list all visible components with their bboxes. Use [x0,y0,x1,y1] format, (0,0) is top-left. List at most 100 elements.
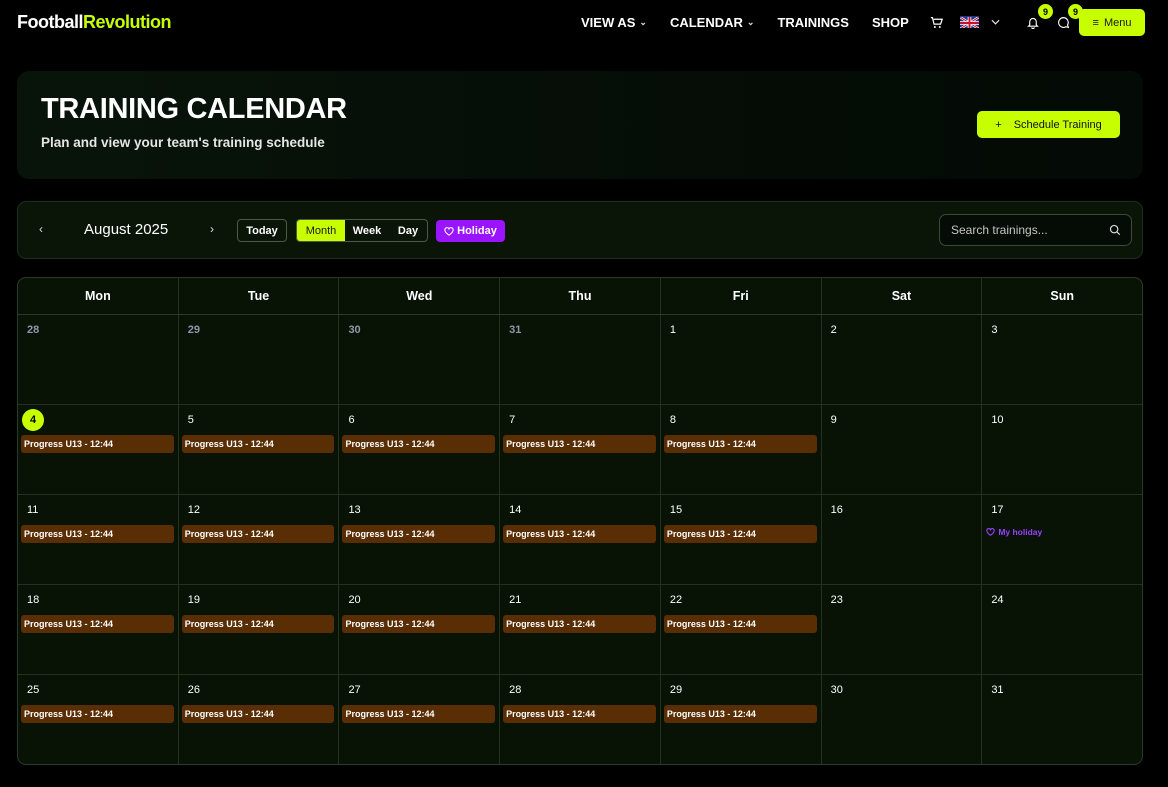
nav-trainings[interactable]: TRAININGS [777,15,849,30]
nav-icons: 9 9 [926,4,1083,32]
day-number: 23 [830,594,843,606]
chevron-down-icon: ⌄ [746,17,755,27]
calendar-day-cell[interactable]: 8 Progress U13 - 12:44 [661,405,822,494]
calendar-day-cell[interactable]: 29 [179,315,340,404]
view-week-button[interactable]: Week [345,220,389,241]
calendar-day-cell[interactable]: 12 Progress U13 - 12:44 [179,495,340,584]
logo[interactable]: FootballRevolution [17,12,172,33]
calendar-day-cell[interactable]: 23 [822,585,983,674]
calendar-day-cell[interactable]: 16 [822,495,983,584]
schedule-training-button[interactable]: + Schedule Training [977,111,1120,138]
page-subtitle: Plan and view your team's training sched… [41,135,325,150]
training-event[interactable]: Progress U13 - 12:44 [21,525,174,543]
training-event[interactable]: Progress U13 - 12:44 [342,615,496,633]
calendar-day-cell[interactable]: 22 Progress U13 - 12:44 [661,585,822,674]
calendar-day-cell[interactable]: 11 Progress U13 - 12:44 [18,495,179,584]
calendar-day-cell[interactable]: 26 Progress U13 - 12:44 [179,675,340,764]
calendar-day-cell[interactable]: 9 [822,405,983,494]
prev-month-button[interactable]: ‹ [39,222,43,236]
calendar-day-cell[interactable]: 24 [982,585,1142,674]
calendar-day-cell[interactable]: 28 Progress U13 - 12:44 [500,675,661,764]
calendar-day-cell[interactable]: 4 Progress U13 - 12:44 [18,405,179,494]
calendar-day-cell[interactable]: 21 Progress U13 - 12:44 [500,585,661,674]
bell-icon[interactable]: 9 [1023,4,1053,32]
training-event[interactable]: Progress U13 - 12:44 [181,525,335,543]
search-input[interactable] [951,223,1106,237]
day-number: 28 [509,684,522,696]
menu-button[interactable]: ≡ Menu [1079,9,1145,36]
training-event[interactable]: Progress U13 - 12:44 [342,705,496,723]
calendar-day-cell[interactable]: 31 [500,315,661,404]
training-event[interactable]: Progress U13 - 12:44 [181,615,335,633]
training-event[interactable]: Progress U13 - 12:44 [342,525,496,543]
uk-flag-icon[interactable] [960,16,979,28]
next-month-button[interactable]: › [210,222,214,236]
calendar-day-cell[interactable]: 19 Progress U13 - 12:44 [179,585,340,674]
page-title: TRAINING CALENDAR [41,93,347,125]
training-event[interactable]: Progress U13 - 12:44 [503,705,656,723]
training-event[interactable]: Progress U13 - 12:44 [503,615,656,633]
calendar-day-cell[interactable]: 7 Progress U13 - 12:44 [500,405,661,494]
calendar-day-cell[interactable]: 28 [18,315,179,404]
training-event[interactable]: Progress U13 - 12:44 [503,525,656,543]
view-day-button[interactable]: Day [389,220,427,241]
training-event[interactable]: Progress U13 - 12:44 [342,435,496,453]
training-event[interactable]: Progress U13 - 12:44 [663,705,817,723]
chevron-down-icon: ⌄ [639,17,647,27]
training-event[interactable]: Progress U13 - 12:44 [21,705,174,723]
training-event[interactable]: Progress U13 - 12:44 [663,615,817,633]
calendar-day-cell[interactable]: 5 Progress U13 - 12:44 [179,405,340,494]
day-number: 8 [669,414,676,426]
calendar-day-cell[interactable]: 2 [822,315,983,404]
day-number: 29 [187,324,200,336]
calendar-day-cell[interactable]: 3 [982,315,1142,404]
today-button[interactable]: Today [237,219,287,242]
heart-icon [444,226,454,236]
weekday-fri: Fri [661,278,822,314]
day-number: 30 [348,324,361,336]
calendar-day-cell[interactable]: 30 [339,315,501,404]
chat-icon[interactable]: 9 [1053,4,1083,32]
training-event[interactable]: Progress U13 - 12:44 [663,435,817,453]
training-event[interactable]: Progress U13 - 12:44 [503,435,656,453]
day-number: 20 [348,594,361,606]
calendar-day-cell[interactable]: 10 [982,405,1142,494]
calendar-day-cell[interactable]: 30 [822,675,983,764]
search-box [939,214,1132,246]
holiday-event[interactable]: My holiday [986,527,1042,537]
weekday-sun: Sun [1050,289,1074,303]
calendar-day-cell[interactable]: 1 [661,315,822,404]
holiday-button[interactable]: Holiday [436,220,505,242]
training-event[interactable]: Progress U13 - 12:44 [181,435,335,453]
calendar-day-cell[interactable]: 13 Progress U13 - 12:44 [339,495,501,584]
calendar-day-cell[interactable]: 15 Progress U13 - 12:44 [661,495,822,584]
search-icon[interactable] [1109,223,1121,241]
calendar-day-cell[interactable]: 27 Progress U13 - 12:44 [339,675,501,764]
weekday-thu: Thu [500,278,661,314]
weekday-mon: Mon [18,278,179,314]
calendar-day-cell[interactable]: 14 Progress U13 - 12:44 [500,495,661,584]
calendar-day-cell[interactable]: 29 Progress U13 - 12:44 [661,675,822,764]
calendar-day-cell[interactable]: 20 Progress U13 - 12:44 [339,585,501,674]
nav-calendar[interactable]: CALENDAR ⌄ [670,15,755,30]
calendar-day-cell[interactable]: 17 My holiday [982,495,1142,584]
top-nav: FootballRevolution VIEW AS ⌄ CALENDAR ⌄ … [0,0,1168,46]
language-chevron-down-icon[interactable] [985,12,1005,32]
day-number: 11 [27,504,39,516]
nav-shop[interactable]: SHOP [872,15,909,30]
calendar-day-cell[interactable]: 31 [982,675,1142,764]
training-event[interactable]: Progress U13 - 12:44 [663,525,817,543]
day-number: 2 [830,324,837,336]
cart-icon[interactable] [926,12,946,32]
training-event[interactable]: Progress U13 - 12:44 [181,705,335,723]
calendar-day-cell[interactable]: 18 Progress U13 - 12:44 [18,585,179,674]
nav-view-as[interactable]: VIEW AS ⌄ [581,15,647,30]
training-event[interactable]: Progress U13 - 12:44 [21,615,174,633]
training-event[interactable]: Progress U13 - 12:44 [21,435,174,453]
calendar-day-cell[interactable]: 25 Progress U13 - 12:44 [18,675,179,764]
calendar-day-cell[interactable]: 6 Progress U13 - 12:44 [339,405,501,494]
day-number: 28 [27,324,40,336]
calendar-week-row: 18 Progress U13 - 12:44 19 Progress U13 - 1… [18,585,1142,675]
view-month-button[interactable]: Month [297,220,345,241]
day-number: 21 [509,594,522,606]
